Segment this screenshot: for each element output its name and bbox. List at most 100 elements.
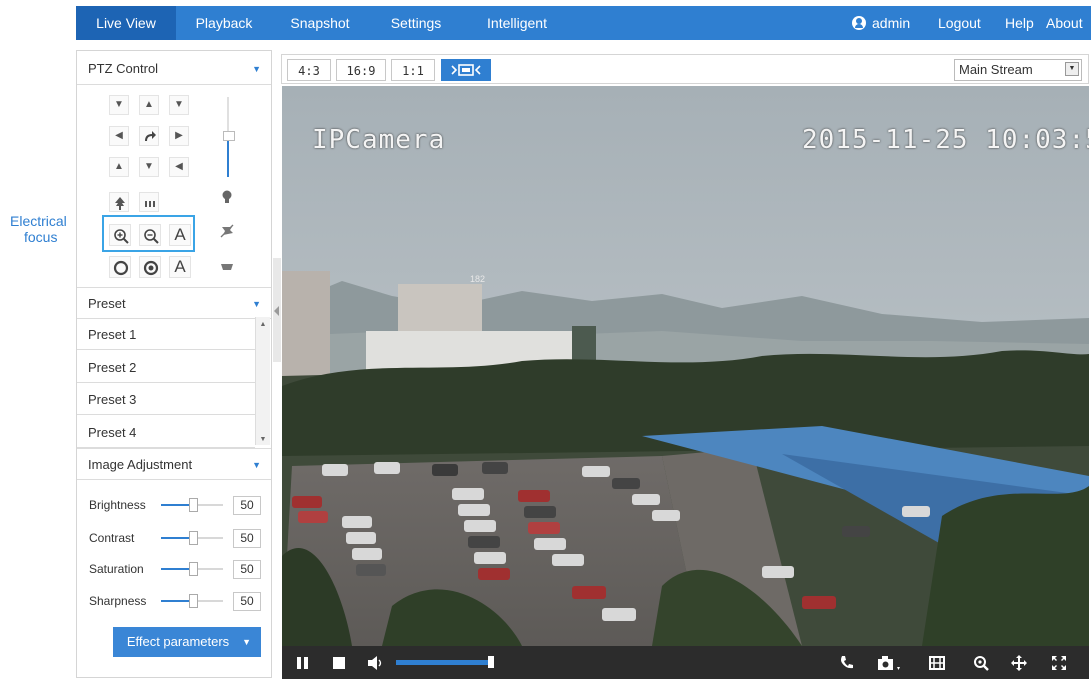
scroll-up-icon[interactable]: ▲ (256, 321, 270, 328)
volume-icon[interactable] (366, 654, 384, 672)
zoom-icon[interactable] (972, 654, 990, 672)
iris-open-button[interactable] (139, 256, 161, 278)
bulb-icon (222, 190, 232, 203)
panel-collapse-handle[interactable] (273, 258, 281, 362)
effect-parameters-label: Effect parameters (126, 634, 230, 649)
image-adjustment-header[interactable]: Image Adjustment ▼ (77, 448, 271, 480)
contrast-value[interactable]: 50 (233, 529, 261, 548)
stream-select-value: Main Stream (959, 62, 1033, 77)
move-icon[interactable] (1010, 654, 1028, 672)
camera-icon[interactable] (876, 654, 902, 672)
iris-close-button[interactable] (109, 256, 131, 278)
osd-camera-name: IPCamera (312, 125, 445, 155)
film-icon[interactable] (928, 654, 946, 672)
sharpness-thumb[interactable] (189, 594, 198, 608)
ptz-speed-thumb[interactable] (223, 131, 235, 141)
light-button[interactable] (217, 187, 237, 207)
tab-intelligent[interactable]: Intelligent (464, 6, 570, 40)
auto-iris-button[interactable]: A (169, 256, 191, 278)
pause-icon[interactable] (294, 654, 312, 672)
contrast-thumb[interactable] (189, 531, 198, 545)
defog-button[interactable] (217, 221, 237, 241)
pan-down-left-button[interactable]: ▲ (109, 157, 129, 177)
tree-icon (115, 197, 125, 210)
logout-link[interactable]: Logout (938, 6, 981, 40)
preset-item-4[interactable]: Preset 4 (77, 417, 255, 448)
arrow-right-icon: ▶ (175, 130, 183, 141)
ptz-control-header[interactable]: PTZ Control ▼ (77, 53, 271, 85)
preset-header[interactable]: Preset ▼ (77, 287, 271, 319)
ratio-16-9-button[interactable]: 16:9 (336, 59, 386, 81)
user-icon (852, 16, 866, 30)
chevron-down-icon: ▼ (252, 299, 261, 309)
arrow-up-right-icon: ▼ (174, 99, 184, 110)
wiper-icon (145, 201, 155, 207)
building-sign: 182 (470, 274, 485, 284)
effect-parameters-button[interactable]: Effect parameters ▼ (113, 627, 261, 657)
osd-timestamp: 2015-11-25 10:03:56 (802, 125, 1089, 155)
ratio-4-3-button[interactable]: 4:3 (287, 59, 331, 81)
pan-right-button[interactable]: ▶ (169, 126, 189, 146)
image-adjustment-label: Image Adjustment (88, 457, 193, 472)
live-video[interactable]: 182 IPCamera 2015-11-25 10:03:56 (282, 86, 1089, 646)
arrow-down-icon: ▼ (144, 161, 154, 172)
tab-live-view[interactable]: Live View (76, 6, 176, 40)
preset-scrollbar[interactable]: ▲ ▼ (255, 317, 270, 445)
chevron-down-icon: ▼ (242, 637, 251, 647)
stop-icon[interactable] (330, 654, 348, 672)
arrow-down-left-icon: ▲ (114, 161, 124, 172)
volume-slider[interactable] (396, 660, 492, 665)
pan-up-button[interactable]: ▲ (139, 95, 159, 115)
pan-up-right-button[interactable]: ▼ (169, 95, 189, 115)
wiper-button[interactable] (139, 192, 159, 212)
heater-button[interactable] (217, 257, 237, 277)
volume-thumb[interactable] (488, 656, 494, 668)
iris-open-icon (143, 260, 159, 276)
auto-scan-button[interactable] (139, 126, 159, 146)
iris-close-icon (113, 260, 129, 276)
about-link[interactable]: About (1046, 6, 1083, 40)
arrow-left-icon: ◀ (115, 130, 123, 141)
preset-item-2[interactable]: Preset 2 (77, 352, 255, 383)
ptz-speed-fill (227, 139, 229, 177)
saturation-thumb[interactable] (189, 562, 198, 576)
arrow-up-icon: ▲ (144, 99, 154, 110)
tab-playback[interactable]: Playback (176, 6, 272, 40)
contrast-label: Contrast (89, 531, 135, 545)
brightness-label: Brightness (89, 498, 146, 512)
tab-settings[interactable]: Settings (368, 6, 464, 40)
chevron-down-icon: ▼ (1065, 62, 1079, 76)
callout-line2: focus (24, 229, 58, 245)
tree-button[interactable] (109, 192, 129, 212)
pan-up-left-button[interactable]: ▼ (109, 95, 129, 115)
heater-icon (221, 264, 233, 270)
saturation-label: Saturation (89, 562, 144, 576)
preset-item-3[interactable]: Preset 3 (77, 384, 255, 415)
stream-select[interactable]: Main Stream ▼ (954, 59, 1082, 81)
username: admin (872, 15, 911, 31)
video-toolbar: 4:3 16:9 1:1 Main Stream ▼ (281, 54, 1089, 84)
chevron-down-icon: ▼ (252, 64, 261, 74)
help-link[interactable]: Help (1005, 6, 1034, 40)
electrical-focus-highlight (102, 215, 195, 252)
saturation-value[interactable]: 50 (233, 560, 261, 579)
ptz-header-label: PTZ Control (88, 61, 159, 76)
phone-icon[interactable] (838, 654, 856, 672)
preset-header-label: Preset (88, 296, 126, 311)
defog-icon (220, 224, 234, 238)
scroll-down-icon[interactable]: ▼ (256, 436, 270, 443)
brightness-value[interactable]: 50 (233, 496, 261, 515)
fit-window-button[interactable] (441, 59, 491, 81)
chevron-down-icon: ▼ (252, 460, 261, 470)
ratio-1-1-button[interactable]: 1:1 (391, 59, 435, 81)
fullscreen-icon[interactable] (1050, 654, 1068, 672)
tab-snapshot[interactable]: Snapshot (272, 6, 368, 40)
pan-left-button[interactable]: ◀ (109, 126, 129, 146)
user-area: admin (852, 6, 910, 40)
sharpness-value[interactable]: 50 (233, 592, 261, 611)
pan-down-right-button[interactable]: ◀ (169, 157, 189, 177)
rotate-icon (145, 131, 156, 141)
brightness-thumb[interactable] (189, 498, 198, 512)
preset-item-1[interactable]: Preset 1 (77, 319, 255, 350)
pan-down-button[interactable]: ▼ (139, 157, 159, 177)
